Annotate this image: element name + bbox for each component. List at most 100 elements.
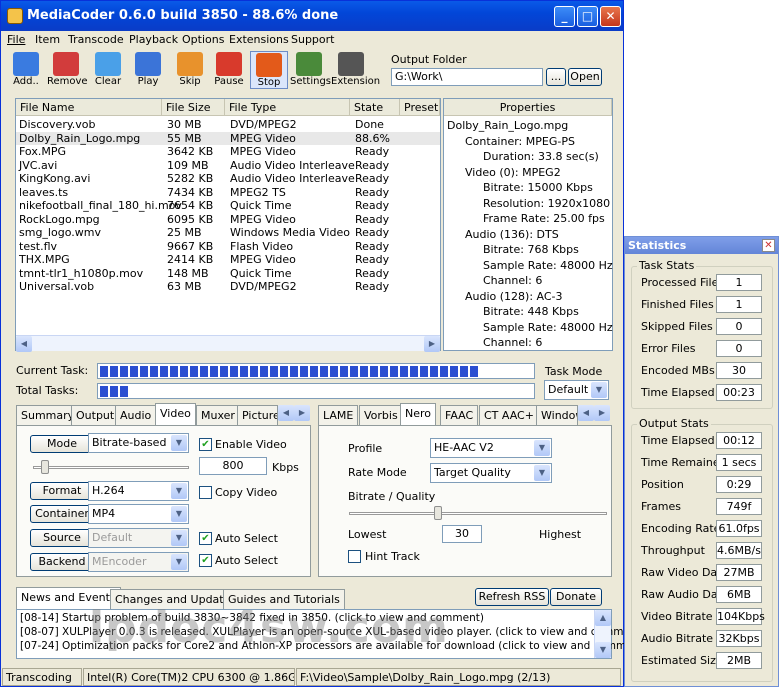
tab-ct-aac[interactable]: CT AAC+ <box>479 405 539 425</box>
menu-transcode[interactable]: Transcode <box>68 33 124 46</box>
menu-options[interactable]: Options <box>182 33 224 46</box>
tab-scroll-left-icon[interactable]: ◀ <box>578 405 594 421</box>
format-button[interactable]: Format <box>30 482 94 500</box>
open-button[interactable]: Open <box>568 68 602 86</box>
col-file-type[interactable]: File Type <box>225 99 350 116</box>
property-item[interactable]: Audio (128): AC-3 <box>465 290 563 303</box>
property-item[interactable]: Bitrate: 448 Kbps <box>483 305 579 318</box>
table-row[interactable]: leaves.ts 7434 KB MPEG2 TS Ready <box>16 186 440 200</box>
menu-item[interactable]: Item <box>35 33 60 46</box>
tab-faac[interactable]: FAAC <box>440 405 479 425</box>
scroll-down-icon[interactable]: ▼ <box>595 642 611 658</box>
tab-lame[interactable]: LAME <box>318 405 359 425</box>
tab-window[interactable]: Window <box>536 405 578 425</box>
table-row[interactable]: smg_logo.wmv 25 MB Windows Media Video Read… <box>16 226 440 240</box>
settings-button[interactable]: Settings <box>290 51 331 89</box>
stop-button[interactable]: Stop <box>250 51 288 89</box>
col-file-size[interactable]: File Size <box>162 99 225 116</box>
bitrate-slider-track[interactable] <box>33 466 189 469</box>
enable-video-checkbox[interactable]: ✔ <box>199 438 212 451</box>
quality-input[interactable]: 30 <box>442 525 482 543</box>
col-file-name[interactable]: File Name <box>16 99 162 116</box>
table-row[interactable]: JVC.avi 109 MB Audio Video Interleave Ready <box>16 159 440 173</box>
property-item[interactable]: Container: MPEG-PS <box>465 135 575 148</box>
browse-button[interactable]: ... <box>546 68 566 86</box>
tab-scroll-right-icon[interactable]: ▶ <box>294 405 310 421</box>
scroll-right-icon[interactable]: ▶ <box>424 336 440 352</box>
tab-picture[interactable]: Picture <box>237 405 278 425</box>
property-item[interactable]: Dolby_Rain_Logo.mpg <box>447 119 568 132</box>
container-select[interactable]: MP4 ▼ <box>88 504 189 524</box>
auto-select-source-checkbox[interactable]: ✔ <box>199 532 212 545</box>
property-item[interactable]: Channel: 6 <box>483 274 542 287</box>
tab-video[interactable]: Video <box>155 403 196 425</box>
tab-scroll-right-icon[interactable]: ▶ <box>594 405 610 421</box>
property-item[interactable]: Video (0): MPEG2 <box>465 166 561 179</box>
mode-select[interactable]: Bitrate-based ▼ <box>88 433 189 453</box>
profile-select[interactable]: HE-AAC V2 ▼ <box>430 438 552 458</box>
backend-select[interactable]: MEncoder ▼ <box>88 552 189 572</box>
table-row[interactable]: THX.MPG 2414 KB MPEG Video Ready <box>16 253 440 267</box>
table-row[interactable]: Universal.vob 63 MB DVD/MPEG2 Ready <box>16 280 440 294</box>
pause-button[interactable]: Pause <box>210 51 248 89</box>
news-vscroll[interactable]: ▲ ▼ <box>594 610 611 658</box>
property-item[interactable]: Resolution: 1920x1080 <box>483 197 610 210</box>
tab-audio[interactable]: Audio <box>115 405 157 425</box>
format-select[interactable]: H.264 ▼ <box>88 481 189 501</box>
table-row[interactable]: RockLogo.mpg 6095 KB MPEG Video Ready <box>16 213 440 227</box>
skip-button[interactable]: Skip <box>171 51 209 89</box>
file-list[interactable]: File Name File Size File Type State Pres… <box>15 98 441 352</box>
file-list-hscroll[interactable]: ◀ ▶ <box>16 335 440 352</box>
tab-nero[interactable]: Nero <box>400 403 437 425</box>
minimize-button[interactable]: _ <box>554 6 575 27</box>
close-button[interactable]: ✕ <box>600 6 621 27</box>
tab-muxer[interactable]: Muxer <box>196 405 240 425</box>
tab-output[interactable]: Output <box>71 405 120 425</box>
mode-button[interactable]: Mode <box>30 435 94 453</box>
menu-playback[interactable]: Playback <box>129 33 178 46</box>
quality-slider-thumb[interactable] <box>434 506 443 520</box>
property-item[interactable]: Frame Rate: 25.00 fps <box>483 212 605 225</box>
backend-button[interactable]: Backend <box>30 553 94 571</box>
table-row[interactable]: nikefootball_final_180_hi.mov 7654 KB Quic… <box>16 199 440 213</box>
container-button[interactable]: Container <box>30 505 94 523</box>
menu-extensions[interactable]: Extensions <box>229 33 289 46</box>
source-select[interactable]: Default ▼ <box>88 528 189 548</box>
play-button[interactable]: Play <box>129 51 167 89</box>
table-row[interactable]: Dolby_Rain_Logo.mpg 55 MB MPEG Video 88.6% <box>16 131 440 145</box>
tab-summary[interactable]: Summary <box>16 405 80 425</box>
scroll-left-icon[interactable]: ◀ <box>16 336 32 352</box>
table-row[interactable]: test.flv 9667 KB Flash Video Ready <box>16 240 440 254</box>
auto-select-backend-checkbox[interactable]: ✔ <box>199 554 212 567</box>
tab-scroll-left-icon[interactable]: ◀ <box>278 405 294 421</box>
property-item[interactable]: Sample Rate: 48000 Hz <box>483 259 613 272</box>
statistics-close-icon[interactable]: ✕ <box>762 239 775 252</box>
source-button[interactable]: Source <box>30 529 94 547</box>
property-item[interactable]: Audio (136): DTS <box>465 228 559 241</box>
bitrate-input[interactable]: 800 <box>199 457 267 475</box>
tab-vorbis[interactable]: Vorbis <box>359 405 403 425</box>
property-item[interactable]: Channel: 6 <box>483 336 542 349</box>
menu-file[interactable]: File <box>7 33 25 46</box>
task-mode-select[interactable]: Default ▼ <box>544 380 609 400</box>
quality-slider-track[interactable] <box>349 512 607 515</box>
donate-button[interactable]: Donate <box>550 588 602 606</box>
hint-track-checkbox[interactable]: ✔ <box>348 550 361 563</box>
table-row[interactable]: KingKong.avi 5282 KB Audio Video Interleav… <box>16 172 440 186</box>
bitrate-slider-thumb[interactable] <box>40 460 49 474</box>
property-item[interactable]: Bitrate: 768 Kbps <box>483 243 579 256</box>
table-row[interactable]: Discovery.vob 30 MB DVD/MPEG2 Done <box>16 118 440 132</box>
property-item[interactable]: Bitrate: 15000 Kbps <box>483 181 593 194</box>
add-button[interactable]: Add.. <box>7 51 45 89</box>
col-preset[interactable]: Preset <box>400 99 440 116</box>
clear-button[interactable]: Clear <box>89 51 127 89</box>
remove-button[interactable]: Remove <box>47 51 88 89</box>
table-row[interactable]: tmnt-tlr1_h1080p.mov 148 MB Quick Time Read… <box>16 267 440 281</box>
scroll-up-icon[interactable]: ▲ <box>595 610 611 626</box>
menu-support[interactable]: Support <box>291 33 334 46</box>
rate-mode-select[interactable]: Target Quality ▼ <box>430 463 552 483</box>
refresh-rss-button[interactable]: Refresh RSS <box>475 588 549 606</box>
output-folder-input[interactable]: G:\Work\ <box>391 68 543 86</box>
property-item[interactable]: Duration: 33.8 sec(s) <box>483 150 599 163</box>
extension-button[interactable]: Extension <box>331 51 380 89</box>
